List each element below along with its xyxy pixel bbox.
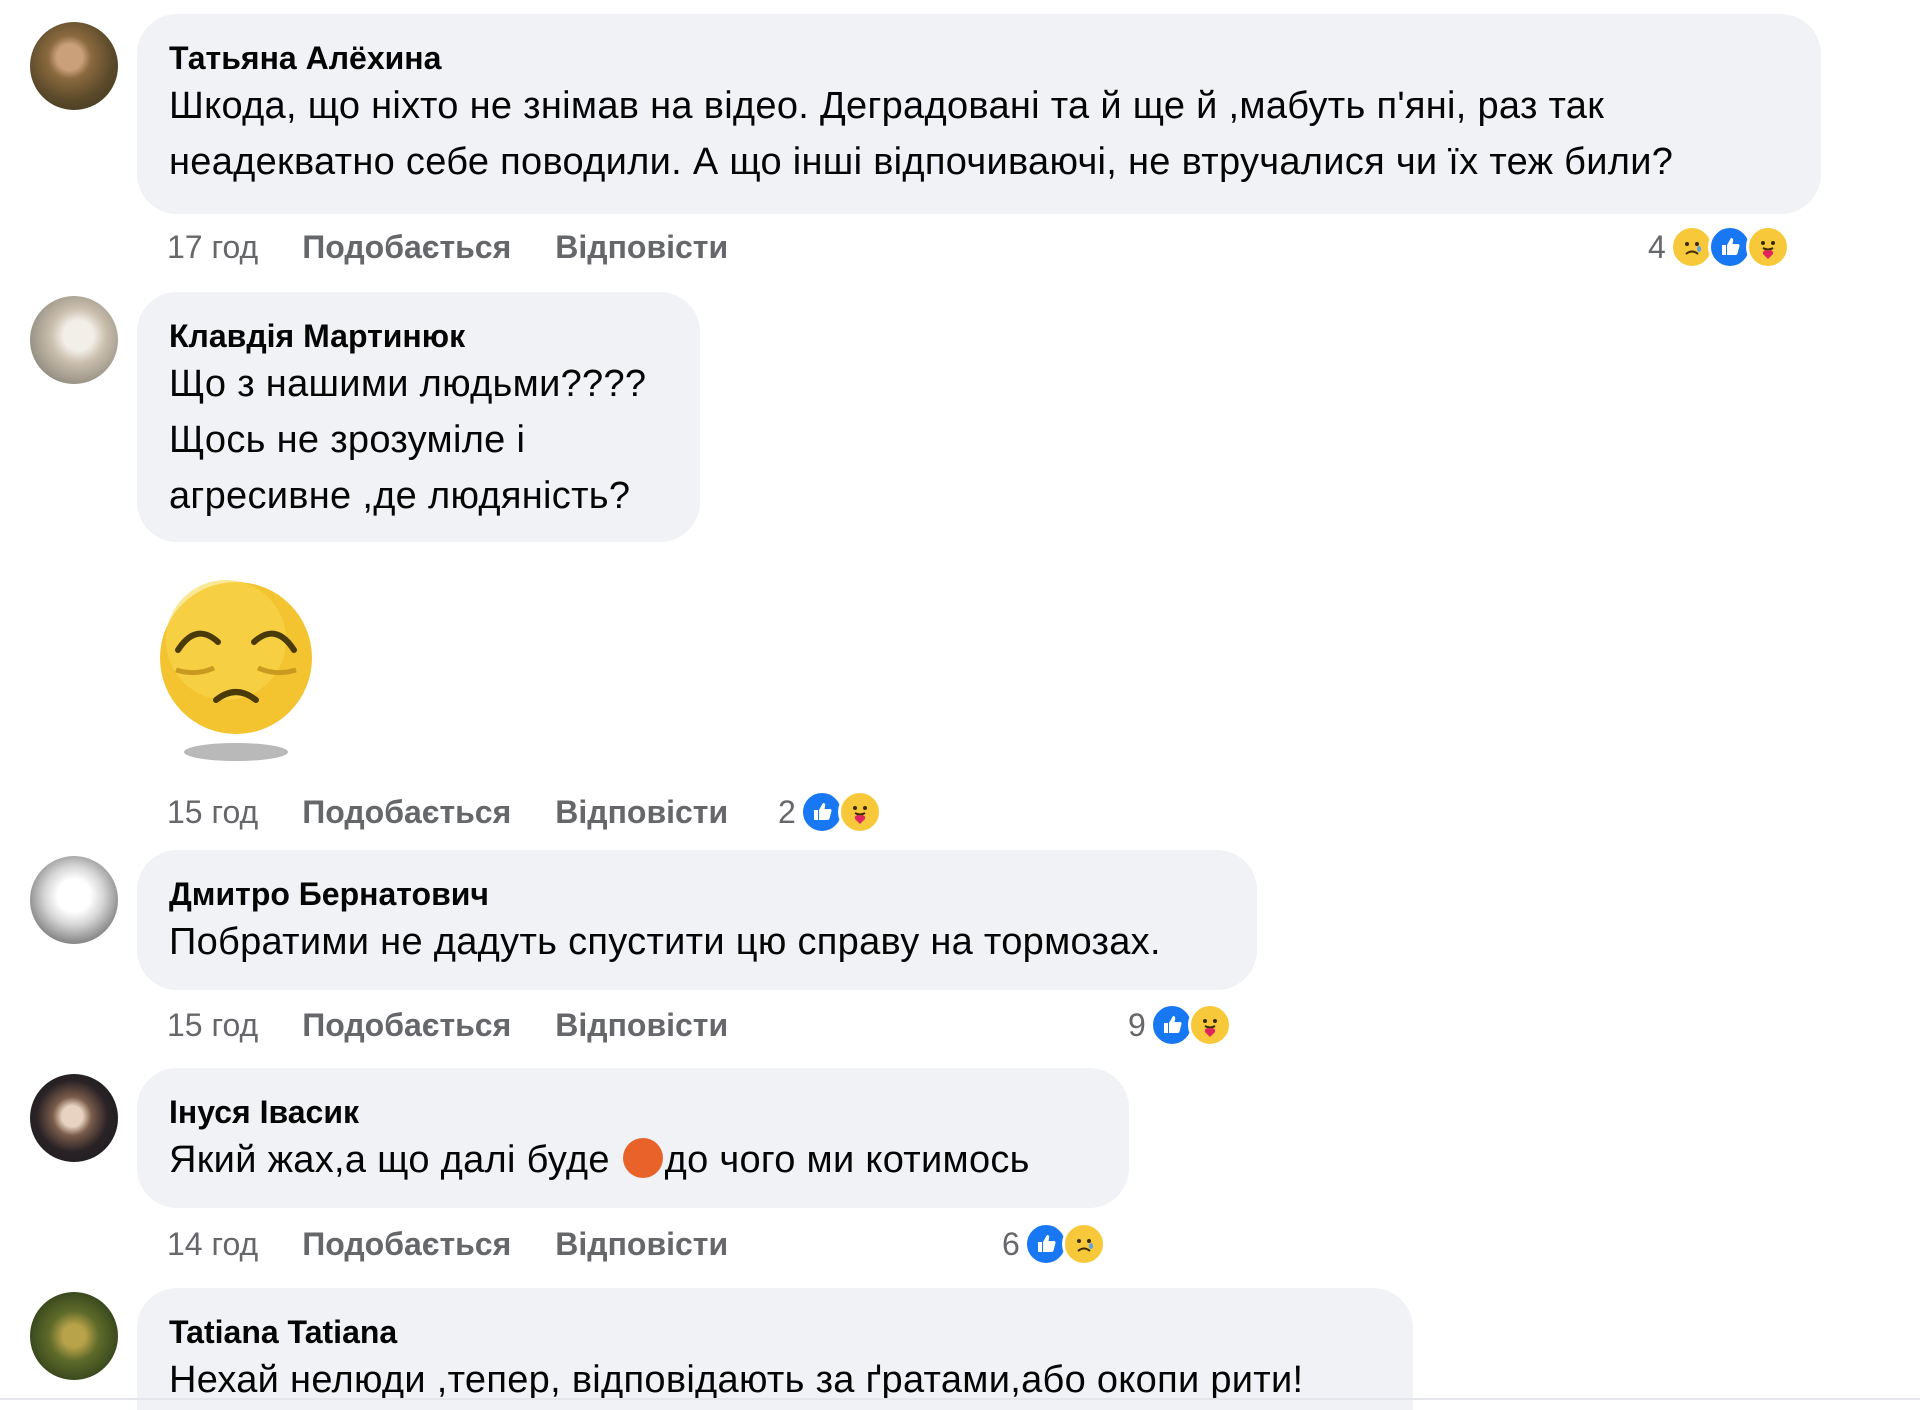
reply-button[interactable]: Відповісти [555,1007,728,1044]
comment-author[interactable]: Інуся Івасик [169,1092,1097,1132]
comment-text-end: до чого ми котимось [664,1139,1030,1181]
reply-button[interactable]: Відповісти [555,1226,728,1263]
comment-author[interactable]: Дмитро Бернатович [169,874,1225,914]
like-button[interactable]: Подобається [302,1226,511,1263]
avatar[interactable] [30,1074,118,1162]
comment-author[interactable]: Татьяна Алёхина [169,38,1789,78]
divider [0,1398,1920,1400]
like-button[interactable]: Подобається [302,1007,511,1044]
reaction-count: 2 [778,793,796,830]
comment-bubble: Tatiana Tatiana Нехай нелюди ,тепер, від… [137,1288,1413,1410]
reaction-summary[interactable]: 9 [1128,1000,1232,1050]
comment-actions: 17 год Подобається Відповісти [167,222,772,272]
avatar[interactable] [30,1292,118,1380]
reaction-summary[interactable]: 4 [1648,222,1790,272]
comment-text-line: агресивне ,де людяність? [169,475,631,517]
comment-time[interactable]: 14 год [167,1226,258,1263]
angry-face-icon [622,1138,663,1178]
pleading-face-sticker[interactable] [156,580,316,770]
avatar[interactable] [30,22,118,110]
comment-time[interactable]: 15 год [167,1007,258,1044]
comment-text-line: Шкода, що ніхто не знімав на відео. Дегр… [169,85,1605,127]
like-button[interactable]: Подобається [302,794,511,831]
comment-text-line: неадекватно себе поводили. А що інші від… [169,141,1674,183]
comment-text-line: Побратими не дадуть спустити цю справу н… [169,921,1161,963]
comment-bubble: Дмитро Бернатович Побратими не дадуть сп… [137,850,1257,990]
comment-actions: 15 год Подобається Відповісти [167,1000,772,1050]
reaction-summary[interactable]: 6 [1002,1219,1106,1269]
comment-time[interactable]: 17 год [167,229,258,266]
care-icon [1187,1003,1232,1047]
comment-text-start: Який жах,а що далі буде [169,1139,621,1181]
comment-time[interactable]: 15 год [167,794,258,831]
comment-author[interactable]: Tatiana Tatiana [169,1312,1381,1352]
comment-actions: 15 год Подобається Відповісти [167,787,772,837]
reaction-count: 4 [1648,228,1666,265]
reply-button[interactable]: Відповісти [555,229,728,266]
avatar[interactable] [30,296,118,384]
like-button[interactable]: Подобається [302,229,511,266]
comment-bubble: Клавдія Мартинюк Що з нашими людьми???? … [137,292,700,542]
sad-icon [1061,1222,1106,1266]
care-icon [837,790,882,834]
comment-text: Який жах,а що далі буде до чого ми котим… [169,1132,1097,1188]
comment-text-line: Щось не зрозуміле і [169,419,526,461]
comment-text-line: Що з нашими людьми???? [169,363,647,405]
avatar[interactable] [30,856,118,944]
comment-bubble: Інуся Івасик Який жах,а що далі буде до … [137,1068,1129,1208]
comment-bubble: Татьяна Алёхина Шкода, що ніхто не зніма… [137,14,1821,214]
care-icon [1745,225,1790,269]
reaction-count: 6 [1002,1225,1020,1262]
reply-button[interactable]: Відповісти [555,794,728,831]
reaction-count: 9 [1128,1006,1146,1043]
comment-actions: 14 год Подобається Відповісти [167,1219,772,1269]
comment-author[interactable]: Клавдія Мартинюк [169,316,668,356]
reaction-summary[interactable]: 2 [778,787,882,837]
